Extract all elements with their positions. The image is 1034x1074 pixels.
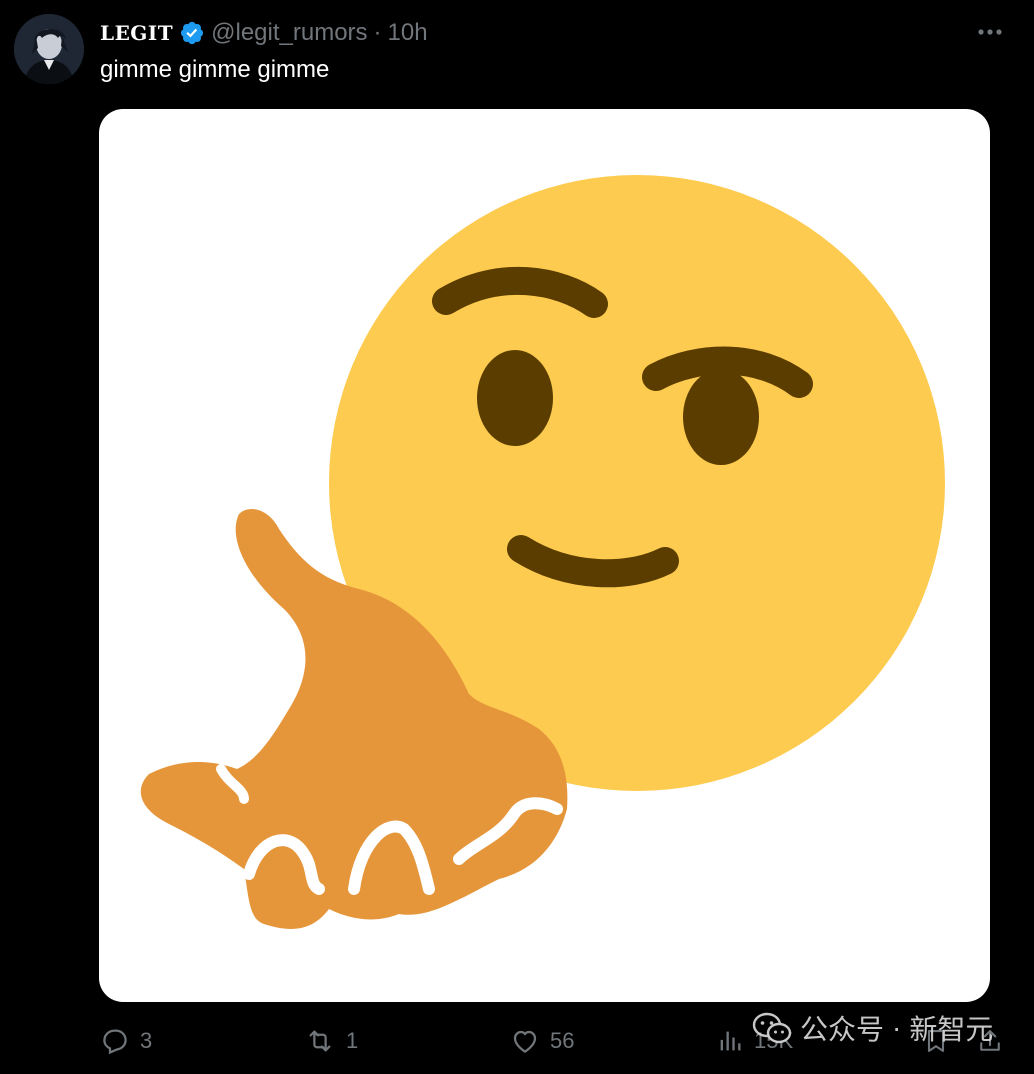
watermark-separator: · <box>892 1012 902 1043</box>
watermark-source: 公众号 <box>800 1014 885 1045</box>
reply-button[interactable]: 3 <box>100 1026 152 1056</box>
like-button[interactable]: 56 <box>510 1026 574 1056</box>
tweet-text: gimme gimme gimme <box>100 56 330 83</box>
heart-icon <box>513 1030 537 1053</box>
verified-badge-icon <box>179 20 205 46</box>
author-handle[interactable]: @legit_rumors <box>211 19 367 47</box>
repost-button[interactable]: 1 <box>304 1026 358 1056</box>
gimme-hand-emoji-icon <box>140 175 945 929</box>
author-display-name[interactable]: LEGIT <box>100 21 173 45</box>
repost-icon <box>309 1030 331 1052</box>
views-icon <box>720 1031 741 1051</box>
like-count: 56 <box>550 1028 575 1053</box>
tweet[interactable]: LEGIT @legit_rumors · 10h gimme gimme gi… <box>0 0 1034 1074</box>
watermark: 公众号 · 新智元 <box>752 1008 993 1048</box>
repost-count: 1 <box>346 1028 359 1053</box>
wechat-icon <box>752 1012 792 1044</box>
reply-count: 3 <box>140 1028 153 1053</box>
reply-icon <box>103 1029 127 1055</box>
tweet-media[interactable] <box>99 109 990 1002</box>
avatar-image <box>14 14 84 84</box>
header-separator: · <box>373 19 382 46</box>
tweet-timestamp[interactable]: 10h <box>388 19 428 47</box>
more-options-icon[interactable] <box>976 20 1004 44</box>
avatar[interactable] <box>14 14 84 84</box>
tweet-header: LEGIT @legit_rumors · 10h <box>100 16 428 50</box>
watermark-name: 新智元 <box>909 1014 994 1045</box>
